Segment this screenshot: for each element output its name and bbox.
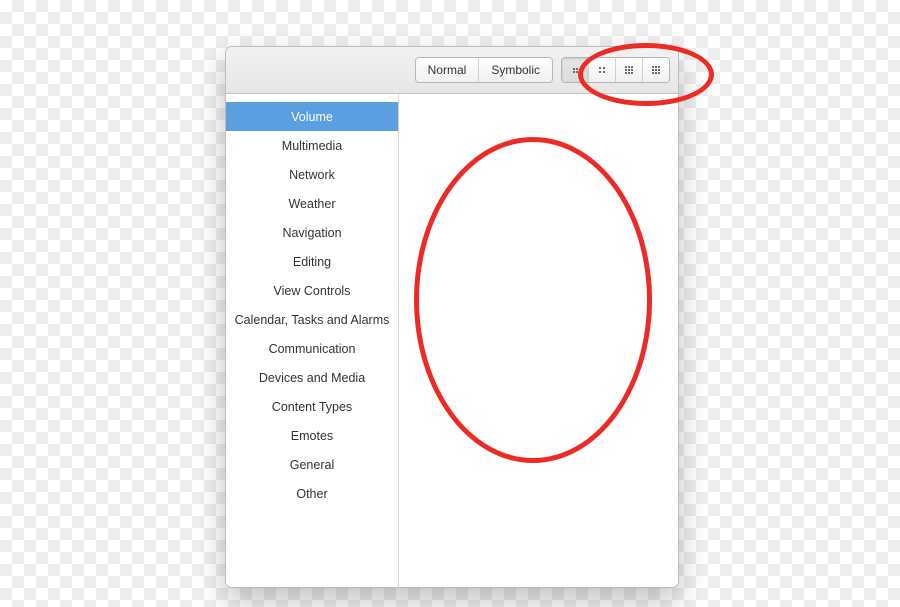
sidebar-item-view-controls[interactable]: View Controls [226,276,398,305]
sidebar-item-label: Volume [291,110,333,124]
size-large-button[interactable] [642,58,669,82]
sidebar-item-network[interactable]: Network [226,160,398,189]
sidebar-item-label: Multimedia [282,139,342,153]
size-small-button[interactable] [588,58,615,82]
style-symbolic-button[interactable]: Symbolic [478,58,552,82]
sidebar-item-emotes[interactable]: Emotes [226,421,398,450]
sidebar-item-navigation[interactable]: Navigation [226,218,398,247]
sidebar-item-label: Communication [269,342,356,356]
sidebar-item-weather[interactable]: Weather [226,189,398,218]
sidebar-item-general[interactable]: General [226,450,398,479]
grid-icon [599,67,605,73]
sidebar-item-communication[interactable]: Communication [226,334,398,363]
grid-icon [625,66,633,74]
sidebar-item-label: Weather [288,197,335,211]
size-segmented-control [561,57,670,83]
icon-browser-window: Normal Symbolic [225,46,679,588]
size-xsmall-button[interactable] [562,58,588,82]
icon-content-area [399,94,678,587]
grid-icon [573,68,578,73]
sidebar-item-label: Emotes [291,429,333,443]
sidebar-item-label: Network [289,168,335,182]
style-segmented-control: Normal Symbolic [415,57,553,83]
sidebar-item-label: Calendar, Tasks and Alarms [235,313,390,327]
sidebar-item-volume[interactable]: Volume [226,102,398,131]
style-normal-button[interactable]: Normal [416,58,479,82]
size-medium-button[interactable] [615,58,642,82]
sidebar-item-label: Navigation [282,226,341,240]
sidebar-item-label: Other [296,487,327,501]
sidebar-item-calendar[interactable]: Calendar, Tasks and Alarms [226,305,398,334]
sidebar-item-content-types[interactable]: Content Types [226,392,398,421]
sidebar-item-label: Devices and Media [259,371,365,385]
category-sidebar[interactable]: Volume Multimedia Network Weather Naviga… [226,94,399,587]
titlebar: Normal Symbolic [226,47,678,94]
sidebar-item-editing[interactable]: Editing [226,247,398,276]
sidebar-item-other[interactable]: Other [226,479,398,508]
sidebar-item-label: View Controls [274,284,351,298]
window-body: Volume Multimedia Network Weather Naviga… [226,94,678,587]
sidebar-item-multimedia[interactable]: Multimedia [226,131,398,160]
sidebar-item-label: General [290,458,334,472]
grid-icon [652,66,660,74]
sidebar-item-devices[interactable]: Devices and Media [226,363,398,392]
sidebar-item-label: Content Types [272,400,352,414]
sidebar-item-label: Editing [293,255,331,269]
